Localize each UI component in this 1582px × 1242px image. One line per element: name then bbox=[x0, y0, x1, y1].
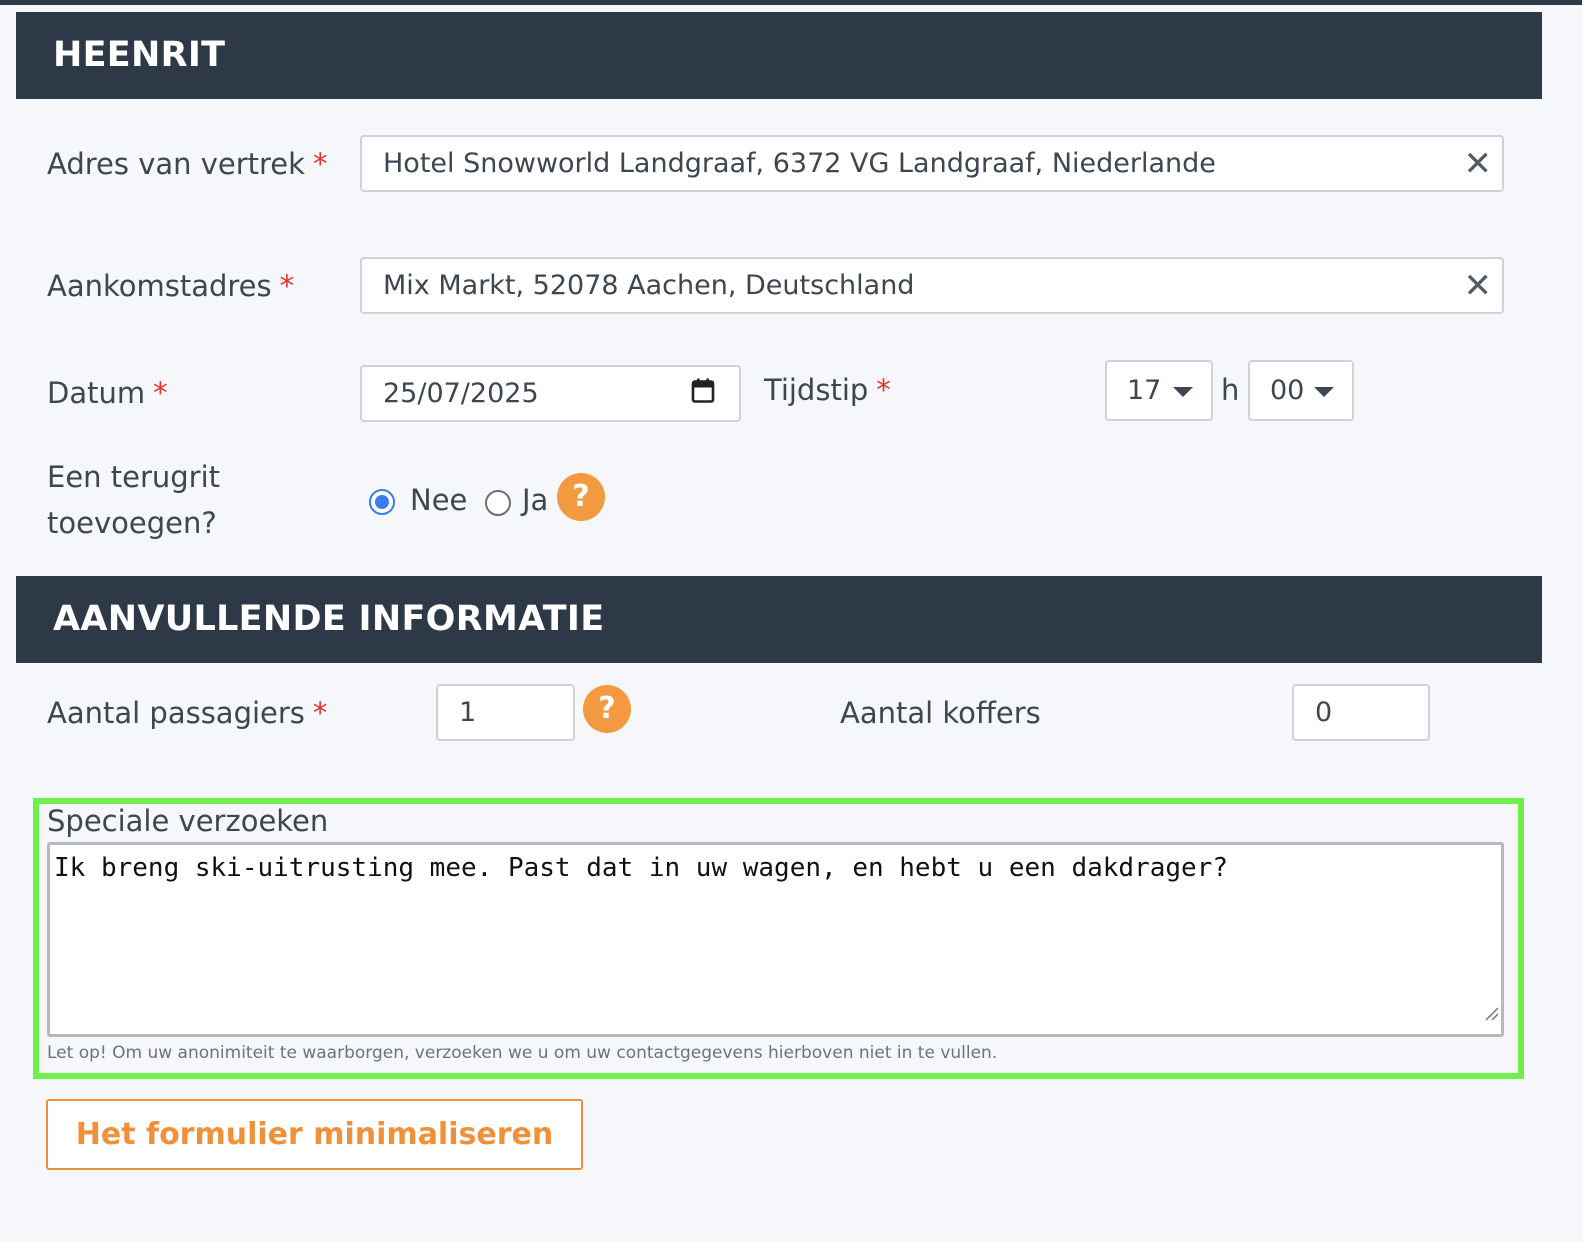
minute-value: 00 bbox=[1270, 375, 1305, 406]
special-requests-label: Speciale verzoeken bbox=[47, 804, 329, 838]
date-value: 25/07/2025 bbox=[383, 378, 539, 409]
arrival-label: Aankomstadres * bbox=[47, 263, 294, 309]
passengers-label: Aantal passagiers * bbox=[47, 690, 327, 736]
departure-label: Adres van vertrek * bbox=[47, 141, 327, 187]
close-icon[interactable]: ✕ bbox=[1464, 147, 1493, 181]
hour-separator: h bbox=[1221, 373, 1240, 407]
return-trip-no-label[interactable]: Nee bbox=[410, 477, 467, 523]
required-mark: * bbox=[876, 373, 891, 407]
luggage-value: 0 bbox=[1315, 697, 1333, 728]
chevron-down-icon bbox=[1173, 386, 1193, 397]
hour-select[interactable]: 17 bbox=[1105, 360, 1213, 421]
return-trip-yes-radio[interactable] bbox=[485, 490, 511, 516]
passengers-input[interactable]: 1 bbox=[436, 684, 575, 741]
chevron-down-icon bbox=[1314, 386, 1334, 397]
arrival-address-value: Mix Markt, 52078 Aachen, Deutschland bbox=[383, 270, 915, 301]
required-mark: * bbox=[312, 696, 328, 730]
required-mark: * bbox=[279, 269, 295, 303]
luggage-label: Aantal koffers bbox=[840, 696, 1041, 730]
date-input[interactable]: 25/07/2025 bbox=[360, 365, 741, 422]
help-icon[interactable]: ? bbox=[557, 473, 605, 521]
special-requests-textarea[interactable]: Ik breng ski-uitrusting mee. Past dat in… bbox=[47, 842, 1504, 1037]
departure-label-text: Adres van vertrek bbox=[47, 147, 305, 181]
departure-address-input[interactable]: Hotel Snowworld Landgraaf, 6372 VG Landg… bbox=[360, 135, 1504, 192]
passengers-label-text: Aantal passagiers bbox=[47, 696, 305, 730]
time-label: Tijdstip * bbox=[764, 367, 891, 413]
arrival-address-input[interactable]: Mix Markt, 52078 Aachen, Deutschland ✕ bbox=[360, 257, 1504, 314]
minimize-form-button[interactable]: Het formulier minimaliseren bbox=[46, 1099, 583, 1170]
help-icon[interactable]: ? bbox=[583, 685, 631, 733]
special-requests-value: Ik breng ski-uitrusting mee. Past dat in… bbox=[54, 853, 1228, 883]
return-trip-label-line2: toevoegen? bbox=[47, 506, 217, 540]
section-header-outbound: HEENRIT bbox=[16, 12, 1542, 99]
section-header-additional: AANVULLENDE INFORMATIE bbox=[16, 576, 1542, 663]
close-icon[interactable]: ✕ bbox=[1464, 269, 1493, 303]
calendar-icon[interactable] bbox=[691, 377, 715, 410]
date-label-text: Datum bbox=[47, 376, 146, 410]
luggage-input[interactable]: 0 bbox=[1292, 684, 1430, 741]
minute-select[interactable]: 00 bbox=[1248, 360, 1354, 421]
top-border bbox=[0, 0, 1582, 5]
required-mark: * bbox=[312, 147, 328, 181]
return-trip-yes-label[interactable]: Ja bbox=[522, 477, 548, 523]
return-trip-no-radio[interactable] bbox=[369, 489, 395, 515]
required-mark: * bbox=[153, 376, 168, 410]
time-label-text: Tijdstip bbox=[764, 373, 869, 407]
hour-value: 17 bbox=[1127, 375, 1162, 406]
arrival-label-text: Aankomstadres bbox=[47, 269, 272, 303]
passengers-value: 1 bbox=[459, 697, 477, 728]
resize-grip-icon[interactable] bbox=[1483, 994, 1499, 1032]
date-label: Datum * bbox=[47, 370, 168, 416]
privacy-hint: Let op! Om uw anonimiteit te waarborgen,… bbox=[47, 1043, 998, 1063]
return-trip-label-line1: Een terugrit bbox=[47, 460, 221, 494]
departure-address-value: Hotel Snowworld Landgraaf, 6372 VG Landg… bbox=[383, 148, 1216, 179]
